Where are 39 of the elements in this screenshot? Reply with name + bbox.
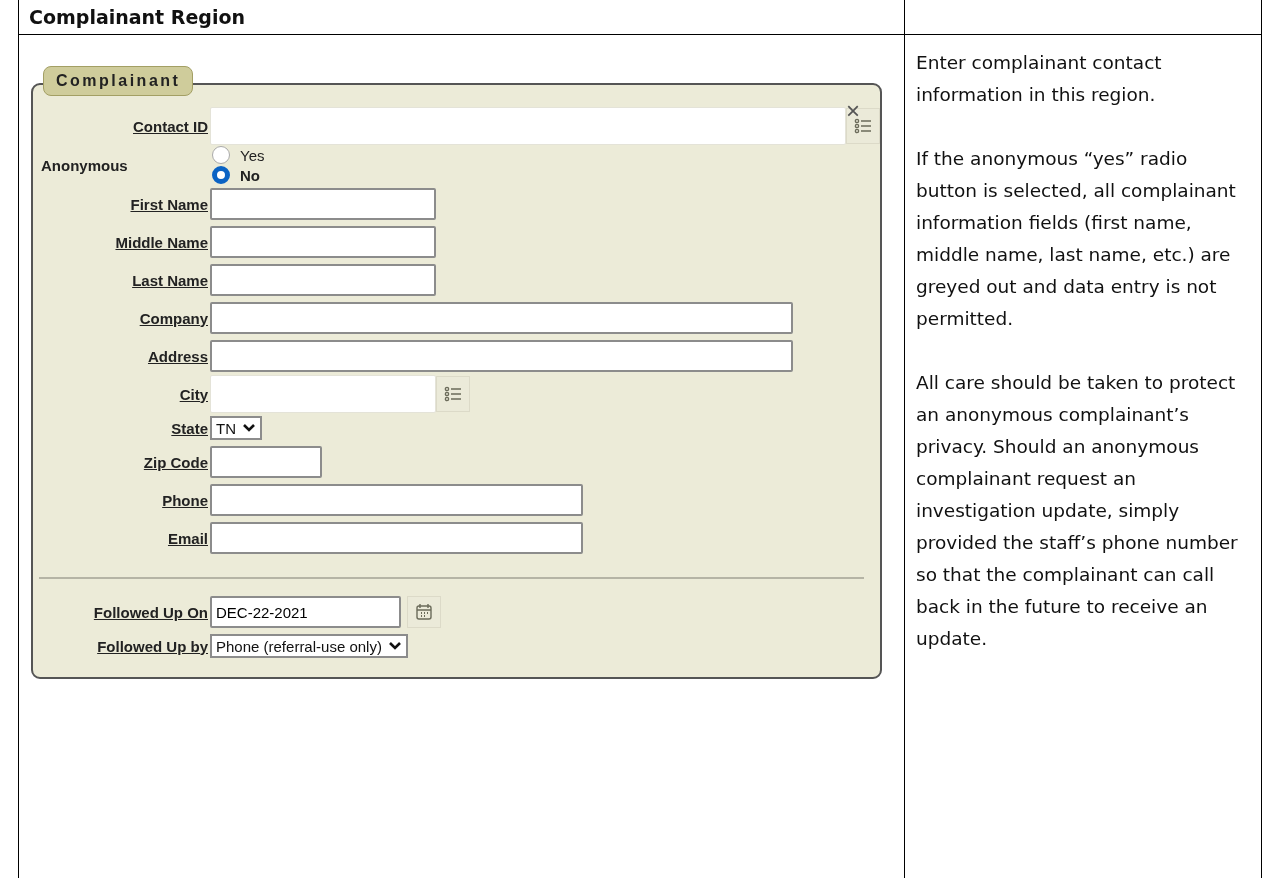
dropdown-select[interactable]: TN	[210, 416, 262, 440]
field-label: Middle Name	[114, 233, 208, 251]
field-label: Followed Up by	[96, 637, 208, 655]
caret-icon	[387, 641, 402, 651]
calendar-button[interactable]	[407, 596, 441, 628]
list-icon	[854, 118, 872, 134]
list-lookup-button[interactable]	[436, 376, 470, 412]
field-label: Last Name	[131, 271, 208, 289]
panel-legend: Complainant	[43, 66, 194, 96]
dropdown-select[interactable]: Phone (referral-use only)	[210, 634, 408, 658]
input-field[interactable]	[210, 302, 793, 334]
radio-option[interactable]: Yes	[212, 145, 265, 165]
field-label: Zip Code	[142, 453, 208, 471]
field-label: Company	[138, 309, 208, 327]
input-field[interactable]	[210, 484, 583, 516]
field-label: Contact ID	[132, 117, 208, 135]
date-field[interactable]: DEC-22-2021	[210, 596, 401, 628]
input-field[interactable]	[210, 522, 583, 554]
input-field[interactable]	[210, 340, 793, 372]
field-label: Email	[166, 529, 208, 547]
close-button[interactable]: ×	[846, 99, 860, 123]
caret-icon	[242, 423, 256, 433]
input-field[interactable]	[210, 446, 322, 478]
note-paragraph: If the anonymous “yes” radio button is selected, all complainant information fields (first name, middle name, last name, etc.) are greyed out and data entry is not permitted.	[916, 147, 1237, 331]
section-title: Complainant Region	[29, 6, 246, 28]
field-label: City	[178, 385, 208, 403]
field-label: Phone	[161, 491, 208, 509]
field-label: First Name	[129, 195, 208, 213]
input-field[interactable]	[210, 264, 436, 296]
calendar-icon	[415, 603, 433, 621]
field-label: Address	[146, 347, 208, 365]
input-field[interactable]	[210, 226, 436, 258]
note-paragraph: Enter complainant contact information in this region.	[916, 51, 1163, 107]
field-label: State	[170, 419, 208, 437]
field-label: Anonymous	[40, 156, 129, 174]
input-field[interactable]	[210, 188, 436, 220]
field-label: Followed Up On	[92, 603, 208, 621]
note-paragraph: All care should be taken to protect an anonymous complainant’s privacy. Should an anonymous complainant request an investigation update, simply provided the staff’s phone number so that the complainant can call back in the future to receive an update.	[916, 371, 1239, 651]
list-icon	[444, 386, 462, 402]
